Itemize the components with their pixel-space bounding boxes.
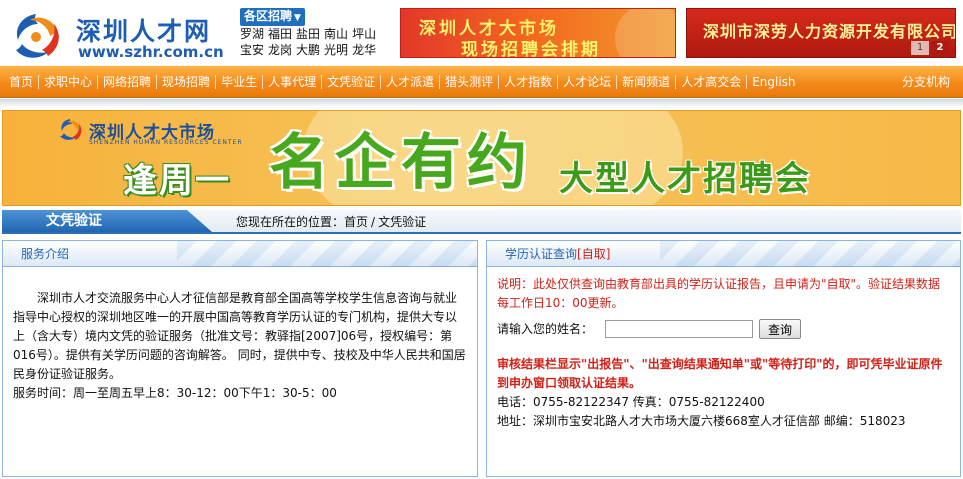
banner-slogan-every-monday: 逢周一 xyxy=(123,161,231,201)
district-link[interactable]: 罗湖 xyxy=(240,27,264,41)
district-link[interactable]: 坪山 xyxy=(352,27,376,41)
district-link[interactable]: 光明 xyxy=(324,43,348,57)
panel-header: 学历认证查询[自取] xyxy=(487,241,960,267)
banner-brand-en: SHENZHEN HUMAN RESOURCES CENTER xyxy=(89,139,243,146)
logo-url: www.szhr.com.cn xyxy=(78,43,224,61)
breadcrumb-separator: / xyxy=(371,215,376,229)
breadcrumb-bar: 文凭验证 您现在所在的位置：首页 / 文凭验证 xyxy=(2,210,961,234)
pickup-warning: 审核结果栏显示"出报告"、"出查询结果通知单"或"等待打印"的，即可凭毕业证原件… xyxy=(497,357,943,390)
nav-item-talent-index[interactable]: 人才指数 xyxy=(499,66,557,98)
panel-title: 学历认证查询[自取] xyxy=(505,241,610,267)
nav-divider xyxy=(498,74,500,89)
site-logo[interactable]: 深圳人才网 www.szhr.com.cn xyxy=(6,6,234,62)
name-input[interactable] xyxy=(605,320,754,338)
breadcrumb: 您现在所在的位置：首页 / 文凭验证 xyxy=(236,210,426,234)
nav-shadow xyxy=(0,99,963,107)
chevron-down-icon: ▼ xyxy=(294,13,301,23)
site-header: 深圳人才网 www.szhr.com.cn 各区招聘 ▼ 罗湖 福田 盐田 南山 坪山 宝… xyxy=(0,0,963,66)
header-decoration xyxy=(660,241,960,267)
district-dropdown[interactable]: 各区招聘 ▼ xyxy=(240,8,305,26)
panel-title-accent: [自取] xyxy=(577,247,611,261)
district-row-2: 宝安 龙岗 大鹏 光明 龙华 xyxy=(240,42,390,58)
district-link[interactable]: 大鹏 xyxy=(296,43,320,57)
breadcrumb-prefix: 您现在所在的位置： xyxy=(236,215,345,229)
search-button[interactable]: 查询 xyxy=(759,319,802,339)
district-link[interactable]: 盐田 xyxy=(296,27,320,41)
nav-divider xyxy=(380,74,382,89)
district-dropdown-label: 各区招聘 xyxy=(244,9,293,23)
ad-market-line2: 现场招聘会排期 xyxy=(461,40,601,58)
nav-item-online-recruit[interactable]: 网络招聘 xyxy=(98,66,156,98)
ad-company-text: 深圳市深劳人力资源开发有限公司 xyxy=(703,22,956,41)
district-link[interactable]: 南山 xyxy=(324,27,348,41)
nav-item-diploma-verify[interactable]: 文凭验证 xyxy=(322,66,380,98)
district-link[interactable]: 宝安 xyxy=(240,43,264,57)
nav-item-branches[interactable]: 分支机构 xyxy=(897,66,955,98)
ad-pager: 1 2 xyxy=(911,41,949,55)
banner-logo-icon xyxy=(60,119,82,140)
panel-title-text: 学历认证查询 xyxy=(505,247,578,261)
ad-decoration xyxy=(615,9,675,57)
nav-item-hr-agency[interactable]: 人事代理 xyxy=(263,66,321,98)
nav-item-graduates[interactable]: 毕业生 xyxy=(216,66,262,98)
service-intro-panel: 服务介绍 深圳市人才交流服务中心人才征信部是教育部全国高等学校学生信息咨询与就业… xyxy=(2,240,478,477)
nav-item-news[interactable]: 新闻频道 xyxy=(617,66,675,98)
ad-page-button[interactable]: 1 xyxy=(911,41,929,55)
district-row-1: 罗湖 福田 盐田 南山 坪山 xyxy=(240,26,390,42)
nav-divider xyxy=(321,74,323,89)
ad-page-button[interactable]: 2 xyxy=(931,41,949,55)
nav-item-hitech-fair[interactable]: 人才高交会 xyxy=(676,66,746,98)
nav-item-dispatch[interactable]: 人才派遣 xyxy=(381,66,439,98)
nav-divider xyxy=(557,74,559,89)
name-label: 请输入您的姓名： xyxy=(497,321,594,336)
nav-divider xyxy=(215,74,217,89)
nav-divider xyxy=(156,74,158,89)
nav-divider xyxy=(616,74,618,89)
nav-divider xyxy=(746,74,748,89)
banner-slogan-job-fair: 大型人才招聘会 xyxy=(559,159,811,199)
nav-item-home[interactable]: 首页 xyxy=(4,66,38,98)
nav-item-headhunter[interactable]: 猎头测评 xyxy=(440,66,498,98)
degree-verification-panel: 学历认证查询[自取] 说明：此处仅供查询由教育部出具的学历认证报告，且申请为"自… xyxy=(486,240,961,477)
nav-divider xyxy=(439,74,441,89)
service-hours: 服务时间：周一至周五早上8：30-12：00下午1：30-5：00 xyxy=(13,386,337,400)
contact-phone: 电话：0755-82122347 传真：0755-82122400 xyxy=(497,395,765,409)
nav-item-english[interactable]: English xyxy=(747,66,800,98)
panel-header: 服务介绍 xyxy=(3,241,477,267)
logo-swirl-icon xyxy=(16,14,59,58)
district-link[interactable]: 龙岗 xyxy=(268,43,292,57)
nav-divider xyxy=(38,74,40,89)
breadcrumb-home-link[interactable]: 首页 xyxy=(344,215,368,229)
header-decoration xyxy=(177,241,477,267)
nav-divider xyxy=(97,74,99,89)
section-tab: 文凭验证 xyxy=(2,210,212,232)
main-nav: 首页 求职中心 网络招聘 现场招聘 毕业生 人事代理 文凭验证 人才派遣 猎头测… xyxy=(0,66,963,98)
ad-company-banner[interactable]: 深圳市深劳人力资源开发有限公司 1 2 xyxy=(686,8,956,58)
breadcrumb-current: 文凭验证 xyxy=(378,215,427,229)
name-search-row: 请输入您的姓名： 查询 xyxy=(497,317,950,341)
banner-slogan-famous-firms: 名企有约 xyxy=(269,128,533,198)
district-link[interactable]: 龙华 xyxy=(352,43,376,57)
promo-banner[interactable]: 深圳人才大市场 SHENZHEN HUMAN RESOURCES CENTER … xyxy=(2,110,961,206)
verification-body: 说明：此处仅供查询由教育部出具的学历认证报告，且申请为"自取"。验证结果数据每工… xyxy=(487,267,960,431)
panel-title: 服务介绍 xyxy=(21,247,70,261)
district-recruitment: 各区招聘 ▼ 罗湖 福田 盐田 南山 坪山 宝安 龙岗 大鹏 光明 龙华 xyxy=(240,8,390,64)
district-link[interactable]: 福田 xyxy=(268,27,292,41)
nav-item-forum[interactable]: 人才论坛 xyxy=(558,66,616,98)
service-description: 深圳市人才交流服务中心人才征信部是教育部全国高等学校学生信息咨询与就业指导中心授… xyxy=(13,291,466,381)
query-note: 说明：此处仅供查询由教育部出具的学历认证报告，且申请为"自取"。验证结果数据每工… xyxy=(497,277,941,310)
contact-address: 地址：深圳市宝安北路人才大市场大厦六楼668室人才征信部 邮编：518023 xyxy=(497,414,906,428)
nav-divider xyxy=(262,74,264,89)
ad-job-fair-schedule[interactable]: 深圳人才大市场 现场招聘会排期 xyxy=(400,8,676,58)
nav-divider xyxy=(675,74,677,89)
nav-item-onsite-recruit[interactable]: 现场招聘 xyxy=(157,66,215,98)
nav-item-jobseeker[interactable]: 求职中心 xyxy=(39,66,97,98)
service-intro-body: 深圳市人才交流服务中心人才征信部是教育部全国高等学校学生信息咨询与就业指导中心授… xyxy=(3,267,477,403)
